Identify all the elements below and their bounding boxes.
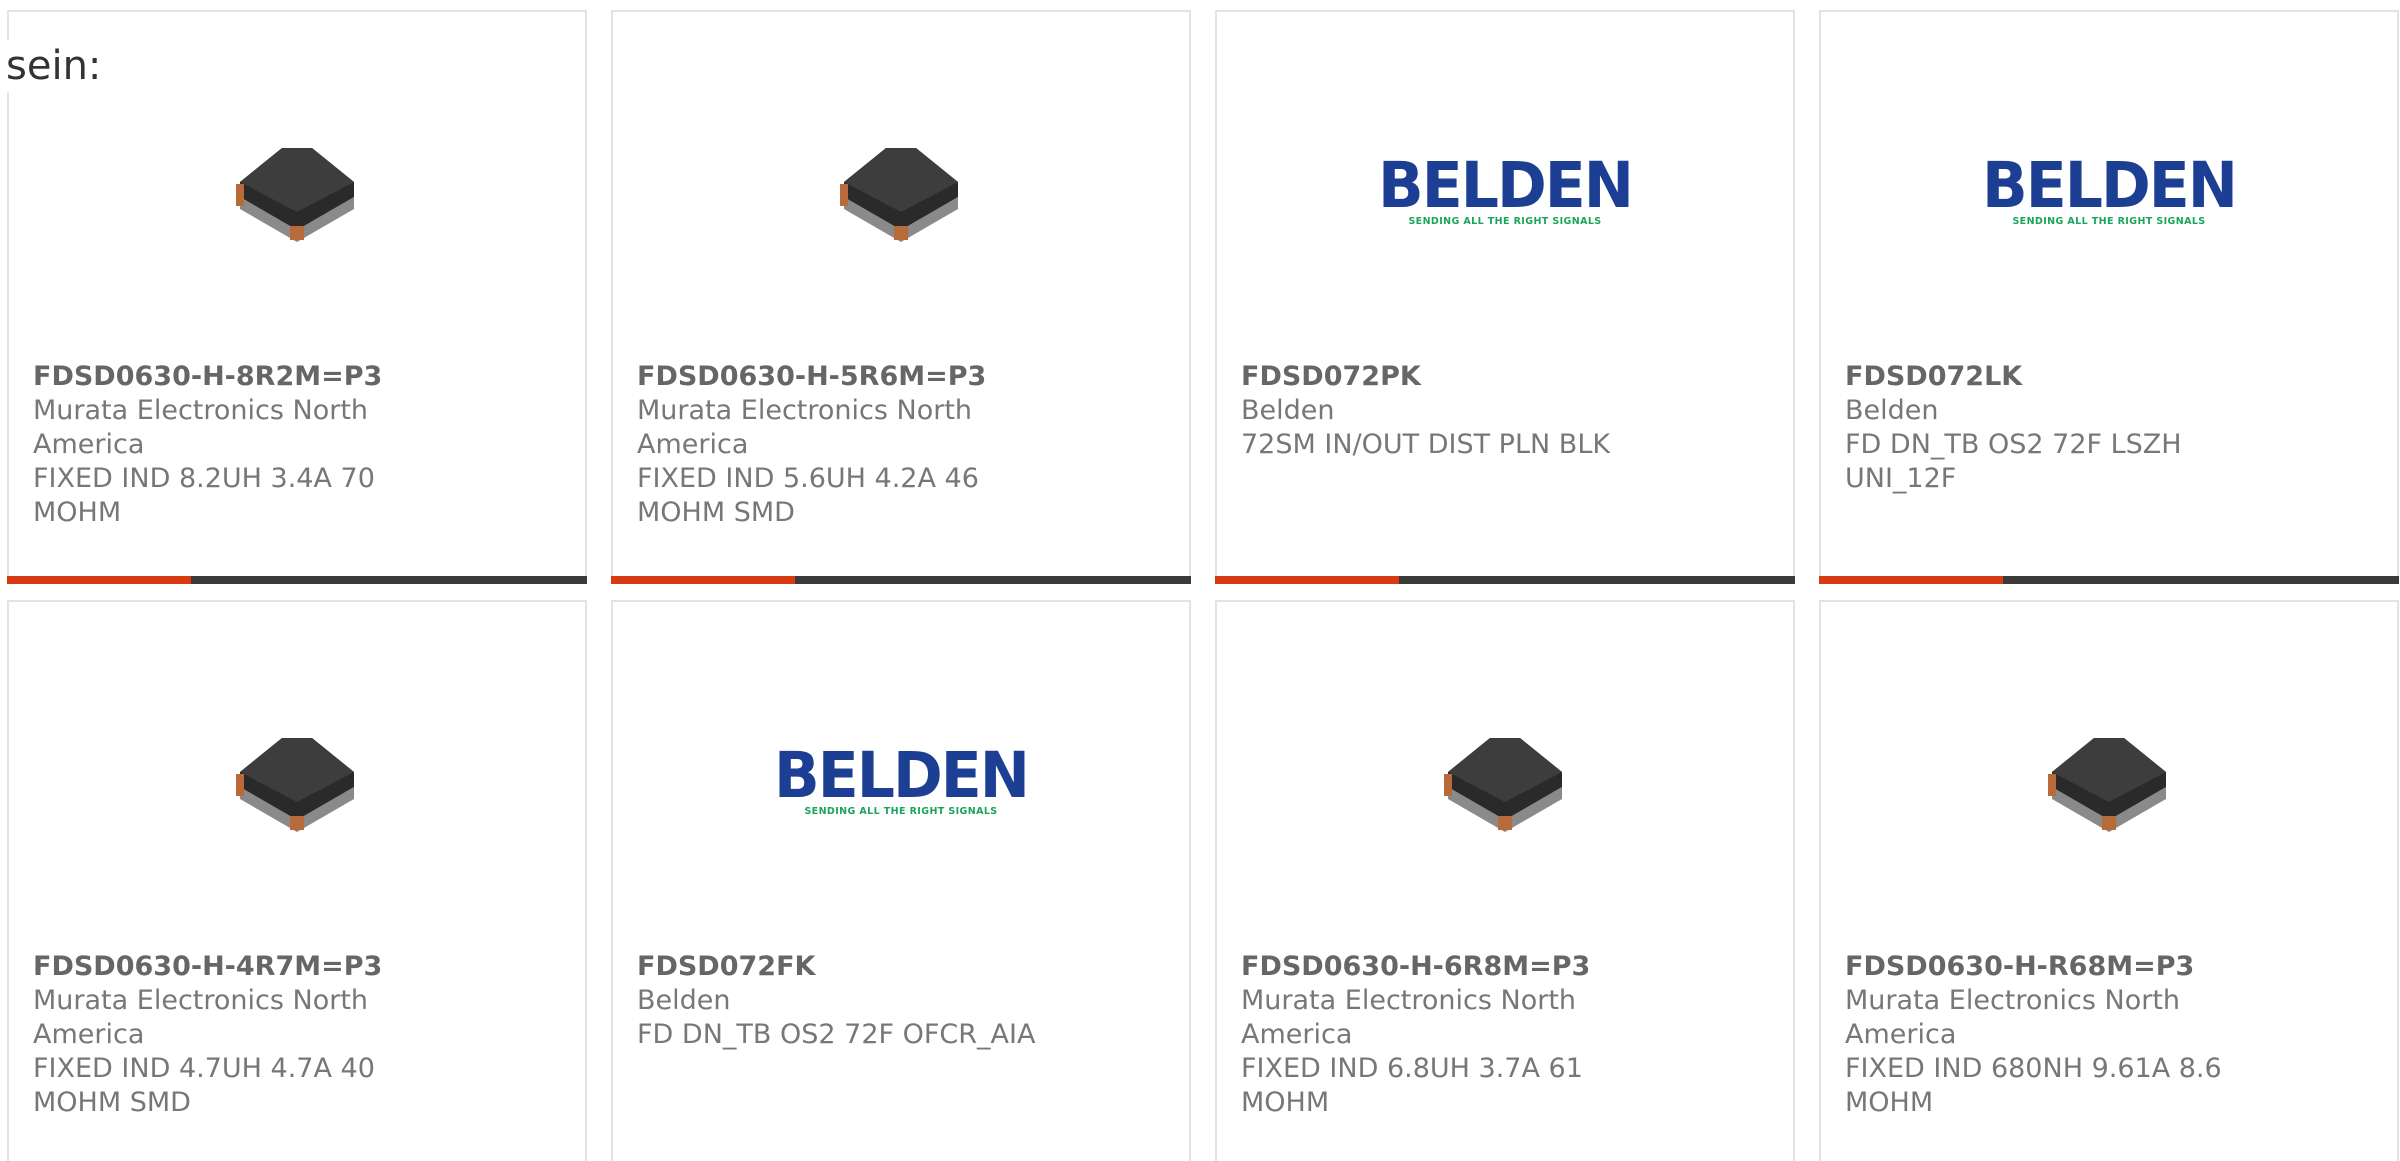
product-card[interactable]: BELDEN SENDING ALL THE RIGHT SIGNALS FDS… <box>1215 10 1795 584</box>
part-number[interactable]: FDSD0630-H-8R2M=P3 <box>33 360 465 394</box>
manufacturer: Murata Electronics North America <box>1241 985 1577 1050</box>
card-bar-accent <box>611 576 795 584</box>
belden-logo: BELDEN SENDING ALL THE RIGHT SIGNALS <box>613 702 1189 862</box>
part-number[interactable]: FDSD0630-H-4R7M=P3 <box>33 950 465 984</box>
belden-logo-word: BELDEN <box>1378 149 1634 223</box>
belden-logo-word: BELDEN <box>774 739 1030 813</box>
part-number[interactable]: FDSD072PK <box>1241 360 1673 394</box>
card-bar <box>611 576 1191 584</box>
description: FIXED IND 5.6UH 4.2A 46 MOHM SMD <box>637 463 979 528</box>
card-bar-accent <box>1215 576 1399 584</box>
part-number[interactable]: FDSD0630-H-6R8M=P3 <box>1241 950 1673 984</box>
product-card[interactable]: BELDEN SENDING ALL THE RIGHT SIGNALS FDS… <box>1819 10 2399 584</box>
card-bar <box>7 576 587 584</box>
manufacturer: Murata Electronics North America <box>33 395 369 460</box>
product-card[interactable]: BELDEN SENDING ALL THE RIGHT SIGNALS FDS… <box>611 600 1191 1161</box>
manufacturer: Murata Electronics North America <box>637 395 973 460</box>
belden-logo-word: BELDEN <box>1982 149 2238 223</box>
description: FIXED IND 8.2UH 3.4A 70 MOHM <box>33 463 375 528</box>
inductor-chip-image <box>1821 702 2397 862</box>
product-card[interactable]: FDSD0630-H-5R6M=P3 Murata Electronics No… <box>611 10 1191 584</box>
manufacturer: Belden <box>637 985 731 1016</box>
inductor-chip-image <box>1217 702 1793 862</box>
description: 72SM IN/OUT DIST PLN BLK <box>1241 429 1611 460</box>
intro-text: sein: <box>6 40 102 92</box>
card-bar-accent <box>1819 576 2003 584</box>
part-number[interactable]: FDSD072LK <box>1845 360 2277 394</box>
manufacturer: Belden <box>1241 395 1335 426</box>
belden-logo: BELDEN SENDING ALL THE RIGHT SIGNALS <box>1217 112 1793 272</box>
product-card[interactable]: FDSD0630-H-R68M=P3 Murata Electronics No… <box>1819 600 2399 1161</box>
manufacturer: Murata Electronics North America <box>1845 985 2181 1050</box>
product-card[interactable]: FDSD0630-H-8R2M=P3 Murata Electronics No… <box>7 10 587 584</box>
description: FIXED IND 4.7UH 4.7A 40 MOHM SMD <box>33 1053 375 1118</box>
inductor-chip-image <box>613 112 1189 272</box>
product-card[interactable]: FDSD0630-H-4R7M=P3 Murata Electronics No… <box>7 600 587 1161</box>
inductor-chip-image <box>9 702 585 862</box>
card-bar-accent <box>7 576 191 584</box>
description: FD DN_TB OS2 72F OFCR_AIA <box>637 1019 1036 1050</box>
part-number[interactable]: FDSD0630-H-R68M=P3 <box>1845 950 2277 984</box>
card-bar <box>1215 576 1795 584</box>
manufacturer: Belden <box>1845 395 1939 426</box>
description: FIXED IND 680NH 9.61A 8.6 MOHM <box>1845 1053 2222 1118</box>
product-card[interactable]: FDSD0630-H-6R8M=P3 Murata Electronics No… <box>1215 600 1795 1161</box>
belden-logo: BELDEN SENDING ALL THE RIGHT SIGNALS <box>1821 112 2397 272</box>
card-bar <box>1819 576 2399 584</box>
manufacturer: Murata Electronics North America <box>33 985 369 1050</box>
part-number[interactable]: FDSD072FK <box>637 950 1069 984</box>
description: FIXED IND 6.8UH 3.7A 61 MOHM <box>1241 1053 1583 1118</box>
inductor-chip-image <box>9 112 585 272</box>
description: FD DN_TB OS2 72F LSZH UNI_12F <box>1845 429 2182 494</box>
part-number[interactable]: FDSD0630-H-5R6M=P3 <box>637 360 1069 394</box>
